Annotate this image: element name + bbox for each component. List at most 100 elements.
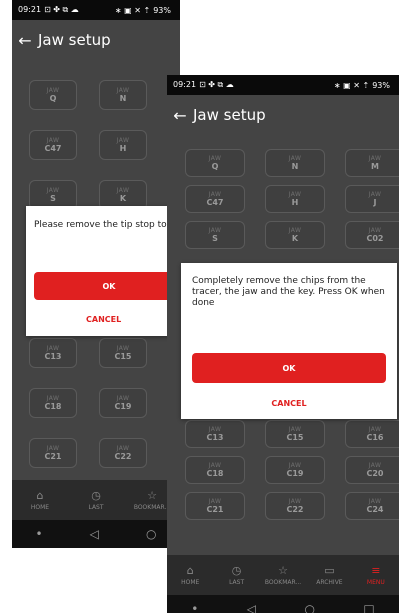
- jaw-button[interactable]: JAW C21: [185, 492, 245, 520]
- jaw-label: JAW: [116, 345, 130, 352]
- nav-last[interactable]: ◷ LAST: [213, 555, 259, 595]
- jaw-button[interactable]: JAW M: [345, 149, 399, 177]
- jaw-label: JAW: [288, 155, 302, 162]
- nav-home[interactable]: ⌂ HOME: [12, 480, 68, 520]
- battery-level: 93%: [153, 5, 171, 15]
- jaw-code: C21: [206, 505, 224, 514]
- jaw-button[interactable]: JAW C18: [185, 456, 245, 484]
- jaw-code: K: [291, 234, 299, 243]
- dot-icon: •: [191, 602, 199, 613]
- jaw-button[interactable]: JAW H: [99, 130, 147, 160]
- jaw-code: K: [119, 194, 127, 203]
- jaw-button[interactable]: JAW C13: [29, 338, 77, 368]
- system-back-icon[interactable]: ◁: [90, 527, 99, 541]
- background-screen: 09:21 ⊡ ✤ ⧉ ☁ ∗ ▣ ✕ ⇡ 93% ← Jaw setup JAW Q…: [12, 0, 180, 548]
- remove-chips-dialog: Completely remove the chips from the tra…: [181, 263, 397, 419]
- nav-bookmarks-label: BOOKMAR...: [264, 578, 302, 586]
- battery-level: 93%: [372, 80, 390, 90]
- jaw-button[interactable]: JAW N: [99, 80, 147, 110]
- back-arrow-icon[interactable]: ←: [12, 31, 38, 50]
- jaw-button[interactable]: JAW Q: [185, 149, 245, 177]
- jaw-grid-lower: JAW C13 JAW C15 JAW C16 JAW C18 JAW C19 JAW C2…: [185, 420, 399, 520]
- cancel-button[interactable]: CANCEL: [86, 315, 121, 324]
- jaw-code: C47: [206, 198, 224, 207]
- jaw-grid-lower: JAW C13 JAW C15 JAW C18 JAW C19 JAW C21 JAW C2…: [29, 338, 147, 468]
- jaw-code: M: [371, 162, 379, 171]
- jaw-button[interactable]: JAW K: [265, 221, 325, 249]
- jaw-button[interactable]: JAW C47: [185, 185, 245, 213]
- jaw-code: C22: [286, 505, 304, 514]
- system-nav-bar: • ◁ ○ □: [167, 595, 399, 613]
- jaw-button[interactable]: JAW C24: [345, 492, 399, 520]
- jaw-button[interactable]: JAW C47: [29, 130, 77, 160]
- jaw-button[interactable]: JAW N: [265, 149, 325, 177]
- jaw-button[interactable]: JAW H: [265, 185, 325, 213]
- jaw-label: JAW: [116, 187, 130, 194]
- jaw-code: C13: [44, 352, 62, 361]
- jaw-grid: JAW Q JAW N JAW M JAW C47 JAW H JAW J JAW S JAW…: [185, 135, 399, 249]
- home-icon: ⌂: [36, 488, 44, 502]
- jaw-button[interactable]: JAW C22: [265, 492, 325, 520]
- jaw-code: C18: [206, 469, 224, 478]
- status-bar: 09:21 ⊡ ✤ ⧉ ☁ ∗ ▣ ✕ ⇡ 93%: [167, 75, 399, 95]
- jaw-code: H: [119, 144, 127, 153]
- jaw-label: JAW: [288, 227, 302, 234]
- system-home-icon[interactable]: ○: [146, 527, 156, 541]
- jaw-button[interactable]: JAW C19: [265, 456, 325, 484]
- jaw-code: Q: [49, 94, 57, 103]
- jaw-button[interactable]: JAW C13: [185, 420, 245, 448]
- jaw-button[interactable]: JAW Q: [29, 80, 77, 110]
- jaw-button[interactable]: JAW C19: [99, 388, 147, 418]
- nav-bookmarks-label: BOOKMAR...: [133, 503, 171, 511]
- jaw-button[interactable]: JAW C16: [345, 420, 399, 448]
- jaw-label: JAW: [368, 191, 382, 198]
- jaw-code: N: [119, 94, 127, 103]
- nav-home[interactable]: ⌂ HOME: [167, 555, 213, 595]
- page-title: Jaw setup: [38, 31, 111, 49]
- jaw-button[interactable]: JAW C15: [265, 420, 325, 448]
- nav-archive[interactable]: ▭ ARCHIVE: [306, 555, 352, 595]
- system-recents-icon[interactable]: □: [363, 602, 374, 613]
- bottom-nav: ⌂ HOME ◷ LAST ☆ BOOKMAR... ▭ ARCHIVE ≡ MENU: [167, 555, 399, 595]
- jaw-label: JAW: [368, 155, 382, 162]
- app-bar: ← Jaw setup: [167, 95, 399, 135]
- jaw-label: JAW: [208, 227, 222, 234]
- jaw-code: C18: [44, 402, 62, 411]
- status-bar: 09:21 ⊡ ✤ ⧉ ☁ ∗ ▣ ✕ ⇡ 93%: [12, 0, 180, 20]
- jaw-button[interactable]: JAW C15: [99, 338, 147, 368]
- nav-menu[interactable]: ≡ MENU: [353, 555, 399, 595]
- jaw-button[interactable]: JAW S: [185, 221, 245, 249]
- menu-icon: ≡: [371, 563, 381, 577]
- jaw-button[interactable]: JAW C20: [345, 456, 399, 484]
- nav-bookmarks[interactable]: ☆ BOOKMAR...: [260, 555, 306, 595]
- jaw-code: C16: [366, 433, 384, 442]
- ok-button[interactable]: OK: [34, 272, 180, 300]
- bottom-nav: ⌂ HOME ◷ LAST ☆ BOOKMAR...: [12, 480, 180, 520]
- nav-last[interactable]: ◷ LAST: [68, 480, 124, 520]
- jaw-button[interactable]: JAW C18: [29, 388, 77, 418]
- jaw-code: J: [373, 198, 377, 207]
- jaw-code: C47: [44, 144, 62, 153]
- jaw-button[interactable]: JAW C22: [99, 438, 147, 468]
- cancel-button[interactable]: CANCEL: [181, 399, 397, 408]
- jaw-code: C15: [114, 352, 132, 361]
- dot-icon: •: [35, 527, 43, 541]
- page-title: Jaw setup: [193, 106, 266, 124]
- clock: 09:21: [18, 5, 42, 14]
- clock: 09:21: [173, 80, 197, 89]
- jaw-label: JAW: [208, 498, 222, 505]
- star-icon: ☆: [278, 563, 288, 577]
- jaw-button[interactable]: JAW C21: [29, 438, 77, 468]
- system-home-icon[interactable]: ○: [304, 602, 314, 613]
- jaw-code: C21: [44, 452, 62, 461]
- jaw-label: JAW: [116, 395, 130, 402]
- back-arrow-icon[interactable]: ←: [167, 106, 193, 125]
- jaw-button[interactable]: JAW J: [345, 185, 399, 213]
- jaw-label: JAW: [46, 187, 60, 194]
- jaw-label: JAW: [116, 137, 130, 144]
- system-back-icon[interactable]: ◁: [247, 602, 256, 613]
- dialog-message: Please remove the tip stop to: [34, 220, 167, 230]
- jaw-button[interactable]: JAW C02: [345, 221, 399, 249]
- nav-archive-label: ARCHIVE: [316, 578, 343, 586]
- ok-button[interactable]: OK: [192, 353, 386, 383]
